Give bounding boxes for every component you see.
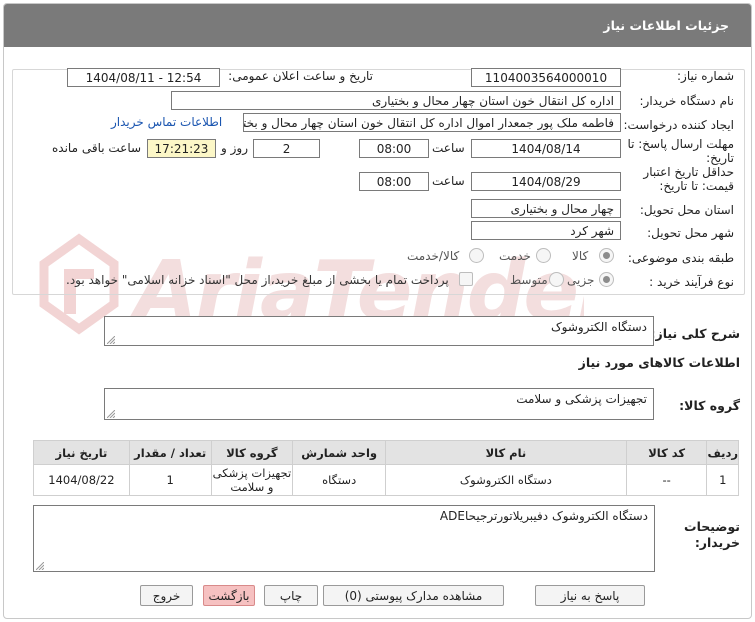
goods-group-text: تجهیزات پزشکی و سلامت bbox=[516, 392, 647, 406]
summary-text: دستگاه الکتروشوک bbox=[550, 320, 647, 334]
col-item-name: نام کالا bbox=[384, 440, 627, 465]
buyer-org-field: اداره کل انتقال خون استان چهار محال و بخ… bbox=[171, 91, 621, 110]
days-label: روز و bbox=[221, 141, 248, 155]
back-button[interactable]: بازگشت bbox=[203, 585, 255, 606]
category-radio-service[interactable] bbox=[536, 248, 551, 263]
category-radio-goods[interactable] bbox=[599, 248, 614, 263]
col-need-date: تاریخ نیاز bbox=[33, 440, 130, 465]
validity-time-field: 08:00 bbox=[359, 172, 429, 191]
category-radio-goods-service[interactable] bbox=[469, 248, 484, 263]
city-field: شهر کرد bbox=[471, 221, 621, 240]
days-count-field: 2 bbox=[253, 139, 320, 158]
remaining-time-field: 17:21:23 bbox=[147, 139, 216, 158]
page-title: جزئیات اطلاعات نیاز bbox=[4, 4, 751, 47]
goods-info-title: اطلاعات کالاهای مورد نیاز bbox=[578, 355, 740, 370]
process-option-minor: جزیی bbox=[567, 273, 595, 287]
remaining-label: ساعت باقی مانده bbox=[52, 141, 142, 155]
resize-grip-icon bbox=[107, 410, 115, 418]
exit-button[interactable]: خروج bbox=[140, 585, 193, 606]
need-number-field: 1104003564000010 bbox=[471, 68, 621, 87]
buyer-notes-field: دستگاه الکتروشوک دفیبریلاتورترجیحاADE bbox=[33, 505, 655, 572]
col-goods-group: گروه کالا bbox=[210, 440, 294, 465]
deadline-date-field: 1404/08/14 bbox=[471, 139, 621, 158]
cell-need-date: 1404/08/22 bbox=[33, 464, 130, 496]
cell-goods-group: تجهیزات پزشکی و سلامت bbox=[210, 464, 294, 496]
process-option-medium: متوسط bbox=[510, 273, 548, 287]
province-field: چهار محال و بختیاری bbox=[471, 199, 621, 218]
reply-button[interactable]: پاسخ به نیاز bbox=[535, 585, 645, 606]
creator-label: ایجاد کننده درخواست: bbox=[623, 118, 734, 132]
buyer-notes-text: دستگاه الکتروشوک دفیبریلاتورترجیحاADE bbox=[439, 509, 648, 523]
col-quantity: تعداد / مقدار bbox=[128, 440, 212, 465]
attachments-button[interactable]: مشاهده مدارک پیوستی (0) bbox=[323, 585, 504, 606]
cell-row-number: 1 bbox=[706, 464, 739, 496]
category-option-goods: کالا bbox=[572, 249, 589, 263]
process-radio-minor[interactable] bbox=[599, 272, 614, 287]
creator-field: فاطمه ملک پور جمعدار اموال اداره کل انتق… bbox=[243, 113, 621, 132]
deadline-time-label: ساعت bbox=[432, 141, 465, 155]
process-radio-medium[interactable] bbox=[549, 272, 564, 287]
deadline-time-field: 08:00 bbox=[359, 139, 429, 158]
resize-grip-icon bbox=[107, 336, 115, 344]
table-row: 1 -- دستگاه الکتروشوک دستگاه تجهیزات پزش… bbox=[33, 464, 739, 496]
validity-date-field: 1404/08/29 bbox=[471, 172, 621, 191]
min-validity-label-line1: حداقل تاریخ اعتبار bbox=[643, 165, 734, 179]
summary-label: شرح کلی نیاز: bbox=[650, 326, 740, 341]
buyer-notes-label-line1: توضیحات bbox=[684, 519, 740, 534]
province-label: استان محل تحویل: bbox=[639, 203, 734, 217]
print-button[interactable]: چاپ bbox=[264, 585, 318, 606]
need-number-label: شماره نیاز: bbox=[677, 69, 734, 83]
deadline-label-line1: مهلت ارسال پاسخ: تا bbox=[627, 137, 734, 151]
table-header-row: ردیف کد کالا نام کالا واحد شمارش گروه کا… bbox=[33, 440, 739, 465]
treasury-checkbox[interactable] bbox=[459, 272, 473, 286]
cell-item-code: -- bbox=[625, 464, 708, 496]
category-option-goods-service: کالا/خدمت bbox=[407, 249, 460, 263]
validity-time-label: ساعت bbox=[432, 174, 465, 188]
col-row-number: ردیف bbox=[706, 440, 739, 465]
cell-item-name: دستگاه الکتروشوک bbox=[384, 464, 627, 496]
announce-label: تاریخ و ساعت اعلان عمومی: bbox=[228, 69, 373, 83]
cell-unit: دستگاه bbox=[292, 464, 386, 496]
items-table: ردیف کد کالا نام کالا واحد شمارش گروه کا… bbox=[33, 440, 739, 496]
payment-note: پرداخت تمام یا بخشی از مبلغ خرید،از محل … bbox=[66, 273, 449, 287]
goods-group-field: تجهیزات پزشکی و سلامت bbox=[104, 388, 654, 420]
category-label: طبقه بندی موضوعی: bbox=[627, 251, 734, 265]
contact-info-link[interactable]: اطلاعات تماس خریدار bbox=[111, 115, 222, 129]
buyer-org-label: نام دستگاه خریدار: bbox=[639, 94, 735, 108]
col-item-code: کد کالا bbox=[625, 440, 708, 465]
summary-field: دستگاه الکتروشوک bbox=[104, 316, 654, 346]
deadline-label-line2: تاریخ: bbox=[706, 151, 734, 165]
min-validity-label-line2: قیمت: تا تاریخ: bbox=[659, 179, 734, 193]
goods-group-label: گروه کالا: bbox=[679, 398, 740, 413]
category-option-service: خدمت bbox=[499, 249, 531, 263]
col-unit: واحد شمارش bbox=[292, 440, 386, 465]
cell-quantity: 1 bbox=[128, 464, 212, 496]
resize-grip-icon bbox=[36, 562, 44, 570]
process-label: نوع فرآیند خرید : bbox=[649, 275, 734, 289]
city-label: شهر محل تحویل: bbox=[647, 226, 734, 240]
buyer-notes-label-line2: خریدار: bbox=[694, 535, 740, 550]
announce-field: 1404/08/11 - 12:54 bbox=[67, 68, 220, 87]
